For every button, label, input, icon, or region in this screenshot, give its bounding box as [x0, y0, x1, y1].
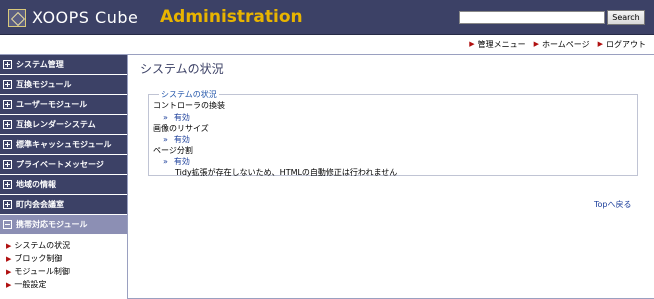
admin-menu-link[interactable]: ▶ 管理メニュー [469, 39, 525, 50]
sidebar-category-label: ユーザーモジュール [16, 100, 88, 109]
collapse-icon [3, 220, 12, 229]
sidebar-category-label: 標準キャッシュモジュール [16, 140, 112, 149]
top-links: ▶ 管理メニュー ▶ ホームページ ▶ ログアウト [469, 38, 646, 50]
arrow-icon: ▶ [6, 241, 12, 250]
search-input[interactable] [459, 11, 605, 24]
search-button[interactable]: Search [607, 10, 645, 25]
logo-text: XOOPS Cube [32, 8, 139, 27]
homepage-label: ホームページ [542, 39, 590, 49]
sidebar: システム管理 互換モジュール ユーザーモジュール 互換レンダーシステム 標準キャ… [0, 55, 128, 299]
sidebar-submenu: ▶ システムの状況 ▶ ブロック制御 ▶ モジュール制御 ▶ 一般設定 [0, 235, 127, 291]
expand-icon [3, 100, 12, 109]
expand-icon [3, 80, 12, 89]
arrow-icon: ▶ [533, 40, 539, 48]
sidebar-category-meeting[interactable]: 町内会会議室 [0, 195, 127, 215]
status-value-text: 有効 [173, 113, 190, 122]
administration-title: Administration [160, 7, 303, 27]
sidebar-category-local-info[interactable]: 地域の情報 [0, 175, 127, 195]
expand-icon [3, 160, 12, 169]
arrow-icon: ▶ [597, 40, 603, 48]
sidebar-category-render[interactable]: 互換レンダーシステム [0, 115, 127, 135]
sidebar-category-label: 携帯対応モジュール [16, 220, 88, 229]
sidebar-category-user[interactable]: ユーザーモジュール [0, 95, 127, 115]
sidebar-item-label: 一般設定 [14, 280, 47, 289]
status-value-text: 有効 [173, 135, 190, 144]
sidebar-item-system-status[interactable]: ▶ システムの状況 [0, 239, 127, 252]
homepage-link[interactable]: ▶ ホームページ [534, 39, 590, 50]
status-item-value: » 有効 [163, 112, 190, 123]
status-item-title: コントローラの換装 [153, 101, 225, 110]
logout-label: ログアウト [606, 39, 646, 49]
arrow-icon: ▶ [6, 267, 12, 276]
page-title: システムの状況 [140, 62, 224, 76]
quote-icon: » [163, 113, 168, 122]
status-item-title: ページ分割 [153, 146, 193, 155]
sidebar-category-cache[interactable]: 標準キャッシュモジュール [0, 135, 127, 155]
arrow-icon: ▶ [6, 280, 12, 289]
sidebar-category-label: 互換モジュール [16, 80, 72, 89]
expand-icon [3, 140, 12, 149]
admin-menu-label: 管理メニュー [477, 39, 526, 49]
sidebar-category-label: システム管理 [16, 60, 64, 69]
sidebar-category-label: 互換レンダーシステム [16, 120, 96, 129]
sidebar-item-label: システムの状況 [14, 241, 71, 250]
arrow-icon: ▶ [469, 40, 475, 48]
expand-icon [3, 180, 12, 189]
tidy-note: Tidy拡張が存在しないため、HTMLの自動修正は行われません [175, 168, 398, 177]
arrow-icon: ▶ [6, 254, 12, 263]
quote-icon: » [163, 157, 168, 166]
expand-icon [3, 120, 12, 129]
sidebar-category-system[interactable]: システム管理 [0, 55, 127, 75]
status-value-text: 有効 [173, 157, 190, 166]
xoops-logo-icon [8, 9, 26, 27]
quote-icon: » [163, 135, 168, 144]
status-item-value: » 有効 [163, 134, 190, 145]
expand-icon [3, 60, 12, 69]
sidebar-item-label: ブロック制御 [14, 254, 63, 263]
fieldset-legend: システムの状況 [159, 89, 219, 100]
sidebar-category-legacy[interactable]: 互換モジュール [0, 75, 127, 95]
expand-icon [3, 200, 12, 209]
back-to-top-link[interactable]: Topへ戻る [594, 199, 632, 210]
sidebar-category-mobile[interactable]: 携帯対応モジュール [0, 215, 127, 235]
sidebar-item-block-control[interactable]: ▶ ブロック制御 [0, 252, 127, 265]
status-item-title: 画像のリサイズ [153, 124, 209, 133]
header-bar: XOOPS Cube Administration Search [0, 0, 654, 35]
sidebar-category-pm[interactable]: プライベートメッセージ [0, 155, 127, 175]
logout-link[interactable]: ▶ ログアウト [598, 39, 646, 50]
sidebar-category-label: 地域の情報 [16, 180, 56, 189]
sidebar-category-label: 町内会会議室 [16, 200, 64, 209]
sidebar-item-label: モジュール制御 [14, 267, 70, 276]
sidebar-item-general-settings[interactable]: ▶ 一般設定 [0, 278, 127, 291]
status-fieldset: システムの状況 コントローラの換装 » 有効 画像のリサイズ » 有効 ページ分割 … [148, 89, 638, 177]
status-item-value: » 有効 [163, 156, 190, 167]
sidebar-category-label: プライベートメッセージ [16, 160, 104, 169]
sidebar-item-module-control[interactable]: ▶ モジュール制御 [0, 265, 127, 278]
